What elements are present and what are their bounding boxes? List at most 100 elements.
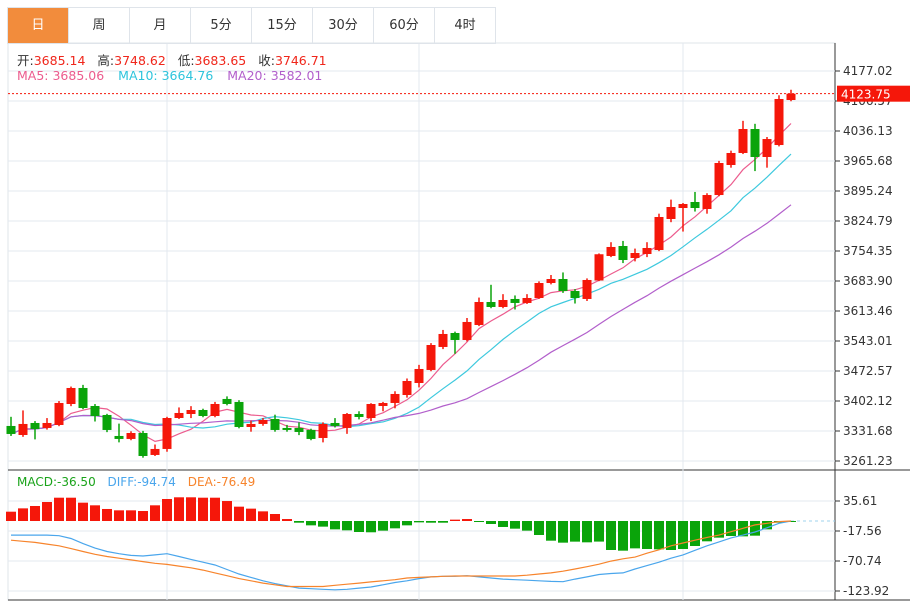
candle-body — [402, 380, 412, 396]
macd-bar-positive — [162, 498, 172, 521]
candle-up — [642, 242, 652, 258]
candle-body — [654, 216, 664, 250]
macd-bar-negative — [534, 521, 544, 535]
candle-body — [618, 245, 628, 261]
candle-body — [486, 301, 496, 307]
tab-30min[interactable]: 30分 — [313, 8, 374, 44]
ma-info: MA5: 3685.06 MA10: 3664.76 MA20: 3582.01 — [17, 68, 322, 83]
y-tick-label: 3261.23 — [843, 454, 893, 468]
macd-bar-negative — [582, 521, 592, 543]
candle-body — [54, 402, 64, 425]
macd-bar-negative — [402, 521, 412, 526]
candle-body — [282, 427, 292, 430]
candle-body — [438, 333, 448, 347]
period-tabs: 日 周 月 5分 15分 30分 60分 4时 — [7, 7, 496, 44]
macd-bar-positive — [462, 519, 472, 521]
candle-up — [126, 431, 136, 441]
macd-bar-positive — [198, 497, 208, 521]
tab-month[interactable]: 月 — [130, 8, 191, 44]
candle-body — [390, 393, 400, 403]
candle-up — [54, 401, 64, 427]
candle-body — [366, 403, 376, 419]
macd-tick-label: -17.56 — [843, 524, 882, 538]
candle-up — [666, 199, 676, 223]
candle-up — [738, 120, 748, 155]
candle-body — [138, 432, 148, 456]
macd-bar-negative — [306, 521, 316, 526]
y-tick-label: 3824.79 — [843, 214, 893, 228]
tab-60min[interactable]: 60分 — [374, 8, 435, 44]
candle-up — [678, 203, 688, 232]
high-label: 高: — [97, 53, 115, 68]
tab-15min[interactable]: 15分 — [252, 8, 313, 44]
candle-body — [426, 345, 436, 370]
candle-body — [630, 252, 640, 259]
candle-body — [606, 246, 616, 257]
candle-down — [222, 396, 232, 406]
y-tick-label: 3683.90 — [843, 274, 893, 288]
candle-down — [234, 400, 244, 429]
candle-body — [90, 405, 100, 416]
ma20-value: MA20: 3582.01 — [227, 68, 323, 83]
moving-average-lines — [10, 123, 792, 443]
macd-bar-negative — [354, 521, 364, 533]
ma20-line — [10, 204, 792, 435]
candle-body — [6, 425, 16, 434]
candle-up — [774, 95, 784, 147]
candle-body — [246, 423, 256, 427]
candle-body — [666, 206, 676, 219]
macd-bar-negative — [414, 521, 424, 523]
candle-up — [18, 410, 28, 437]
y-tick-label: 3472.57 — [843, 364, 893, 378]
candle-body — [582, 279, 592, 299]
candle-up — [378, 401, 388, 412]
candle-body — [690, 202, 700, 209]
macd-tick-label: -70.74 — [843, 554, 882, 568]
kline-chart[interactable]: 4177.024106.574036.133965.683895.243824.… — [0, 0, 910, 603]
candle-up — [438, 329, 448, 350]
candle-body — [150, 448, 160, 455]
candle-up — [390, 391, 400, 409]
candle-down — [510, 295, 520, 310]
candle-down — [354, 411, 364, 420]
open-value: 3685.14 — [33, 53, 86, 68]
macd-panel — [6, 497, 835, 591]
candle-up — [474, 297, 484, 327]
macd-value: MACD:-36.50 — [17, 475, 96, 489]
candle-body — [18, 423, 28, 435]
candle-body — [162, 418, 172, 449]
y-tick-label: 4177.02 — [843, 64, 893, 78]
candle-body — [210, 403, 220, 416]
tab-5min[interactable]: 5分 — [191, 8, 252, 44]
candle-down — [90, 404, 100, 422]
candle-down — [102, 413, 112, 433]
macd-bar-negative — [642, 521, 652, 549]
candle-body — [594, 254, 604, 281]
candle-body — [414, 368, 424, 383]
macd-bar-positive — [450, 519, 460, 521]
candle-up — [762, 137, 772, 168]
macd-bar-positive — [234, 506, 244, 521]
macd-bar-positive — [282, 519, 292, 521]
ma10-line — [10, 153, 792, 435]
candle-up — [66, 386, 76, 407]
candle-body — [678, 204, 688, 209]
candle-body — [786, 93, 796, 101]
macd-bar-positive — [18, 508, 28, 521]
macd-bar-negative — [546, 521, 556, 541]
candle-up — [594, 253, 604, 282]
macd-bar-negative — [510, 521, 520, 529]
macd-bar-negative — [594, 521, 604, 542]
ma10-value: MA10: 3664.76 — [118, 68, 214, 83]
candle-up — [606, 242, 616, 258]
candle-up — [786, 89, 796, 102]
macd-bar-negative — [486, 521, 496, 524]
candle-up — [42, 418, 52, 430]
tab-week[interactable]: 周 — [69, 8, 130, 44]
candle-body — [330, 422, 340, 426]
candle-down — [750, 123, 760, 172]
dea-value: DEA:-76.49 — [187, 475, 256, 489]
tab-day[interactable]: 日 — [8, 8, 69, 44]
tab-4hour[interactable]: 4时 — [435, 8, 496, 44]
close-value: 3746.71 — [274, 53, 327, 68]
